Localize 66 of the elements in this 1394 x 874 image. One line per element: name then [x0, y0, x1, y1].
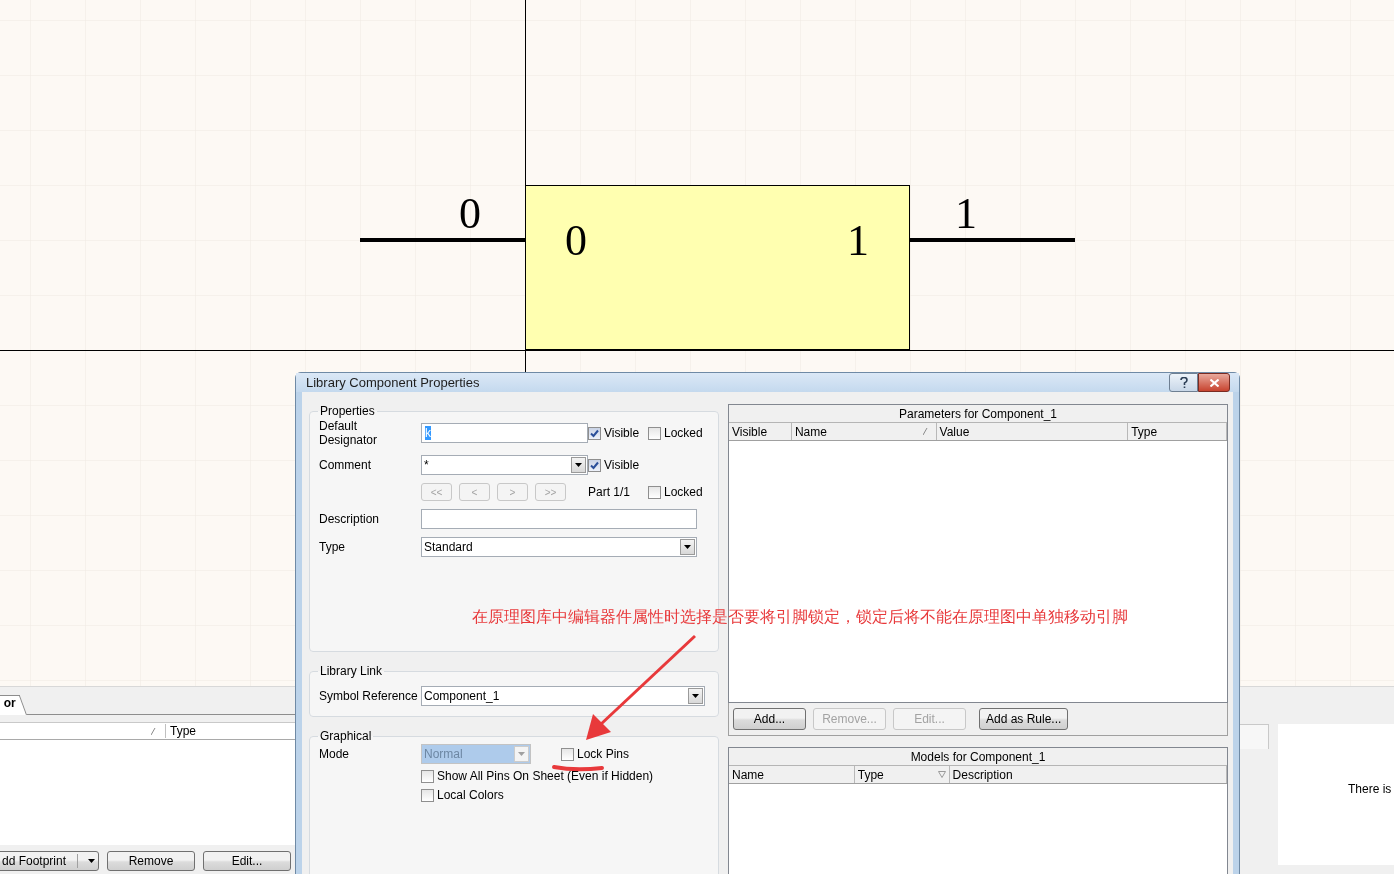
- column-header[interactable]: Type: [854, 766, 950, 783]
- field-label: Default Designator: [319, 419, 379, 447]
- checkbox-label: Locked: [664, 426, 703, 440]
- checkbox-label: Lock Pins: [577, 747, 630, 761]
- field-label: Mode: [319, 747, 351, 761]
- checkbox-label: Visible: [604, 426, 640, 440]
- checkbox[interactable]: [421, 769, 434, 783]
- column-header[interactable]: Value: [936, 423, 1129, 440]
- component-body[interactable]: [525, 185, 910, 350]
- checkbox-label: Locked: [664, 485, 703, 499]
- column-header[interactable]: Type: [166, 724, 196, 738]
- table-title: Parameters for Component_1: [729, 405, 1227, 423]
- dropdown-arrow-button[interactable]: [688, 688, 703, 704]
- comment-dropdown[interactable]: *: [421, 455, 588, 475]
- column-header[interactable]: Description: [949, 766, 1227, 783]
- pin-name: 1: [847, 216, 869, 265]
- checkbox[interactable]: [421, 788, 434, 802]
- checkbox[interactable]: [561, 747, 574, 761]
- column-header[interactable]: Visible: [729, 423, 792, 440]
- caret-icon: [518, 752, 525, 756]
- table-title: Models for Component_1: [729, 748, 1227, 766]
- checkbox[interactable]: [648, 485, 661, 499]
- checkbox[interactable]: [588, 426, 601, 440]
- underline-stroke: [552, 765, 604, 772]
- checkbox-label: Local Colors: [437, 788, 504, 802]
- symbol-reference-dropdown[interactable]: Component_1: [421, 686, 705, 706]
- help-icon: [1179, 377, 1188, 388]
- caret-icon: [684, 545, 691, 549]
- field-label: Type: [319, 540, 346, 554]
- button[interactable]: Edit...: [203, 851, 291, 871]
- column-header[interactable]: Type: [1128, 423, 1227, 440]
- column-header[interactable]: Name: [791, 423, 937, 440]
- checkbox-label: Visible: [604, 458, 640, 472]
- filter-icon: [937, 771, 946, 778]
- column-header[interactable]: Name: [729, 766, 855, 783]
- caret-icon: [575, 463, 582, 467]
- caret-icon: [88, 859, 95, 863]
- dropdown-arrow-button[interactable]: [571, 457, 586, 473]
- window-title: Library Component Properties: [306, 375, 481, 390]
- close-button[interactable]: [1198, 373, 1230, 392]
- button[interactable]: Remove: [107, 851, 195, 871]
- pin-name: 0: [565, 216, 587, 265]
- group-title: Graphical: [319, 729, 373, 743]
- checkbox[interactable]: [648, 426, 661, 440]
- caret-icon: [692, 694, 699, 698]
- description-field[interactable]: [421, 509, 697, 529]
- message-text: There is: [1348, 781, 1392, 796]
- type-dropdown[interactable]: Standard: [421, 537, 697, 557]
- button[interactable]: Add...: [733, 708, 806, 730]
- dropdown-arrow-button[interactable]: [680, 539, 695, 555]
- group-title: Properties: [319, 404, 376, 418]
- field-label: Symbol Reference: [319, 689, 419, 703]
- part-label: Part 1/1: [588, 485, 632, 499]
- panel-tab[interactable]: or: [0, 695, 27, 715]
- sort-icon: [922, 428, 928, 435]
- close-icon: [1209, 378, 1219, 387]
- pin-number: 1: [955, 189, 977, 238]
- pin-number: 0: [459, 189, 481, 238]
- dropdown-button[interactable]: dd Footprint: [0, 851, 99, 871]
- checkbox[interactable]: [588, 458, 601, 472]
- checkbox-label: Show All Pins On Sheet (Even if Hidden): [437, 769, 654, 783]
- field-label: Description: [319, 512, 381, 526]
- help-button[interactable]: [1169, 373, 1198, 392]
- field-label: Comment: [319, 458, 372, 472]
- group-title: Library Link: [319, 664, 384, 678]
- button[interactable]: Add as Rule...: [979, 708, 1069, 730]
